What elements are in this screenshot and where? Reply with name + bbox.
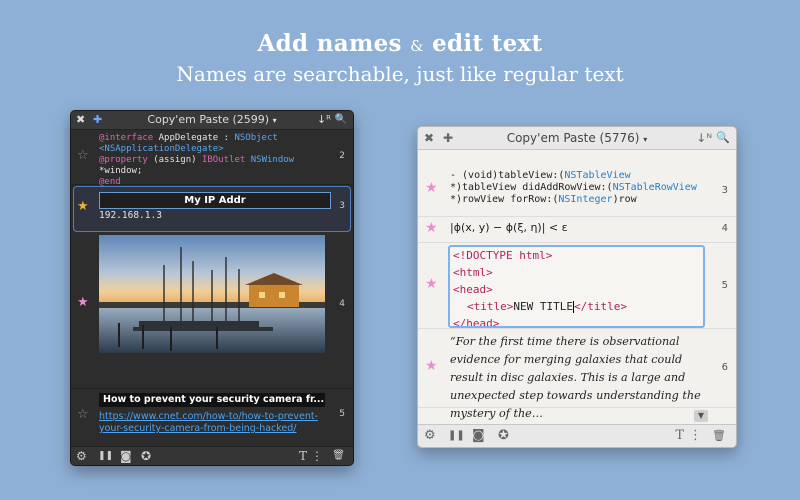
item-number: 6: [721, 362, 728, 373]
star-empty-icon[interactable]: ☆: [77, 149, 89, 162]
code-token: NSWindow: [250, 155, 295, 165]
code-token: @property: [99, 155, 148, 165]
code-token: )row: [612, 194, 637, 205]
code-token: *)tableView didAddRowView:(: [450, 182, 613, 193]
code-token: NSObject: [234, 133, 278, 143]
code-token: NSInteger: [558, 194, 613, 205]
list-item-selected[interactable]: ★ My IP Addr 192.168.1.3 3: [71, 186, 353, 230]
camera-icon[interactable]: ◙: [120, 448, 132, 464]
trash-icon[interactable]: 🗑: [332, 448, 345, 464]
chevron-down-icon: ▾: [643, 135, 648, 144]
light-title-text: Copy'em Paste (5776): [506, 131, 640, 145]
code-token: NEW TITLE: [513, 300, 573, 313]
headline-amp: &: [410, 37, 424, 55]
dark-titlebar: ✖ ✚ Copy'em Paste (2599) ▾ ↓ᴿ 🔍: [71, 111, 353, 130]
pause-icon[interactable]: ❚❚: [98, 448, 113, 464]
item-number: 2: [339, 151, 345, 161]
item-name-label[interactable]: How to prevent your security camera fr..…: [99, 393, 325, 407]
star-filled-icon[interactable]: ★: [425, 221, 438, 235]
harbor-photo-drawing: [99, 235, 325, 353]
item-number: 3: [721, 185, 728, 196]
item-link[interactable]: https://www.cnet.com/how-to/how-to-preve…: [99, 411, 329, 435]
camera-icon[interactable]: ◙: [472, 428, 485, 444]
text-tool-icon[interactable]: T: [675, 428, 684, 444]
code-line: <html>: [453, 266, 493, 279]
list-item[interactable]: ★ |ϕ(x, y) − ϕ(ξ, η)| < ε 4: [418, 216, 736, 243]
code-line: <head>: [453, 283, 493, 296]
star-badge-icon[interactable]: ✪: [498, 428, 509, 444]
list-item[interactable]: ☆ @interface AppDelegate : NSObject <NSA…: [71, 130, 353, 188]
pause-icon[interactable]: ❚❚: [448, 428, 465, 444]
dark-window-title[interactable]: Copy'em Paste (2599) ▾: [71, 113, 353, 126]
gear-icon[interactable]: ⚙: [424, 428, 436, 444]
light-titlebar: ✖ ✚ Copy'em Paste (5776) ▾ ↓ᴺ 🔍: [418, 127, 736, 150]
code-token: *window;: [99, 166, 143, 176]
code-token: <title>: [467, 300, 514, 313]
search-icon[interactable]: 🔍: [335, 113, 347, 127]
code-token: >: [218, 144, 224, 154]
trash-icon[interactable]: 🗑: [712, 428, 726, 444]
code-line: <!DOCTYPE html>: [453, 249, 553, 262]
dark-footer-toolbar: ⚙ ❚❚ ◙ ✪ T ⋮ 🗑: [71, 446, 353, 465]
scroll-down-icon[interactable]: ▼: [694, 410, 708, 422]
code-token: AppDelegate :: [153, 133, 235, 143]
item-text: 192.168.1.3: [99, 210, 162, 221]
text-tool-icon[interactable]: T: [299, 448, 307, 464]
code-token: - (void)tableView:(: [450, 170, 565, 181]
item-name-input[interactable]: My IP Addr: [99, 192, 331, 209]
harbor-photo: [99, 235, 325, 353]
gear-icon[interactable]: ⚙: [76, 448, 87, 464]
headline-part1: Add names: [257, 30, 402, 57]
code-token: NSTableView: [564, 170, 631, 181]
star-filled-icon[interactable]: ★: [425, 359, 438, 373]
more-icon[interactable]: ⋮: [311, 448, 323, 464]
chevron-down-icon: ▾: [272, 116, 277, 125]
sort-icon[interactable]: ↓ᴺ: [696, 131, 712, 145]
star-empty-icon[interactable]: ☆: [77, 408, 89, 421]
code-token: @interface: [99, 133, 154, 143]
list-item[interactable]: ★ - (void)tableView:(NSTableView *)table…: [418, 150, 736, 217]
text-edit-area[interactable]: <!DOCTYPE html> <html> <head> <title>NEW…: [448, 245, 705, 328]
quote-text: “For the first time there is observation…: [450, 335, 701, 420]
code-token: *)rowView forRow:(: [450, 194, 559, 205]
more-icon[interactable]: ⋮: [689, 428, 702, 444]
search-icon[interactable]: 🔍: [716, 131, 730, 145]
item-number: 5: [721, 280, 728, 291]
headline-subtitle: Names are searchable, just like regular …: [176, 62, 624, 86]
star-filled-icon[interactable]: ★: [425, 181, 438, 195]
star-badge-icon[interactable]: ✪: [141, 448, 151, 464]
light-footer-toolbar: ⚙ ❚❚ ◙ ✪ T ⋮ 🗑: [418, 424, 736, 447]
item-text: |ϕ(x, y) − ϕ(ξ, η)| < ε: [450, 221, 568, 234]
code-token: </title>: [573, 300, 627, 313]
code-snippet: - (void)tableView:(NSTableView *)tableVi…: [450, 170, 697, 206]
code-token: IBOutlet: [201, 155, 246, 165]
item-number: 4: [339, 299, 345, 309]
code-token: NSApplicationDelegate: [104, 144, 219, 154]
dark-clipboard-window: ✖ ✚ Copy'em Paste (2599) ▾ ↓ᴿ 🔍 ☆ @inter…: [70, 110, 354, 466]
star-filled-icon[interactable]: ★: [425, 277, 438, 291]
headline-title: Add names & edit text: [0, 30, 800, 57]
headline-part2: edit text: [432, 30, 543, 57]
light-clipboard-window: ✖ ✚ Copy'em Paste (5776) ▾ ↓ᴺ 🔍 ★ - (voi…: [417, 126, 737, 448]
item-number: 4: [721, 223, 728, 234]
light-window-title[interactable]: Copy'em Paste (5776) ▾: [418, 131, 736, 145]
code-token: NSTableRowView: [612, 182, 697, 193]
star-filled-icon[interactable]: ★: [77, 200, 89, 213]
item-number: 5: [339, 409, 345, 419]
html-code: <!DOCTYPE html> <html> <head> <title>NEW…: [450, 247, 703, 328]
sort-icon[interactable]: ↓ᴿ: [317, 113, 331, 127]
code-snippet: @interface AppDelegate : NSObject <NSApp…: [99, 133, 329, 188]
star-filled-icon[interactable]: ★: [77, 296, 89, 309]
item-number: 3: [339, 201, 345, 211]
dark-title-text: Copy'em Paste (2599): [147, 113, 270, 126]
code-token: (assign): [147, 155, 202, 165]
code-line: </head>: [453, 317, 500, 328]
